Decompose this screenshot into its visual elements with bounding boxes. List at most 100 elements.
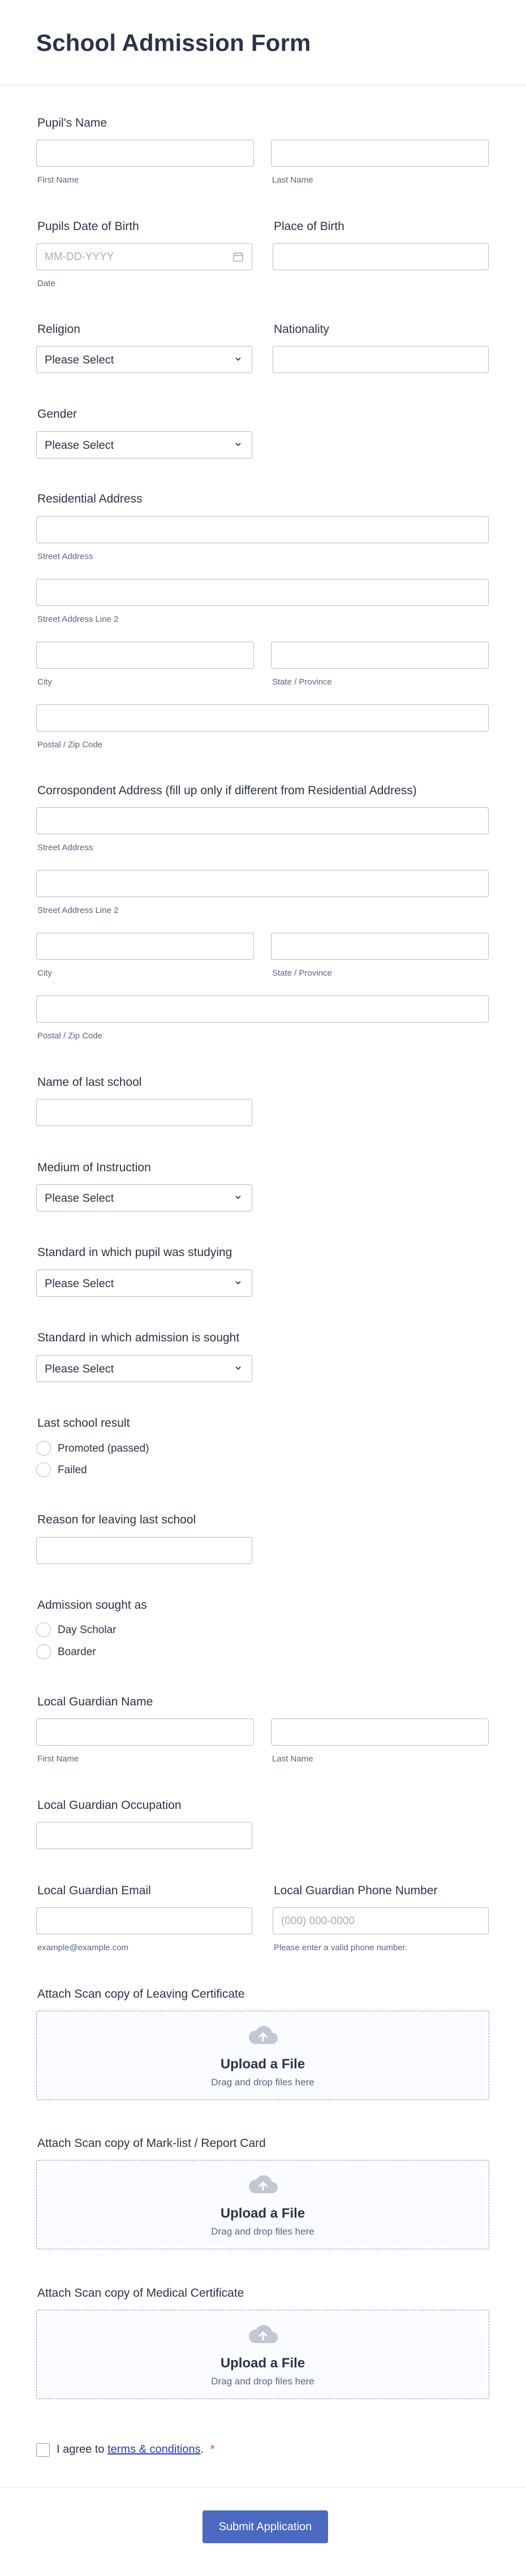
pupil-first-name-sublabel: First Name	[37, 175, 79, 185]
radio-failed[interactable]: Failed	[36, 1462, 206, 1478]
terms-prefix: I agree to	[57, 2443, 108, 2456]
required-asterisk: *	[210, 2443, 215, 2456]
guardian-phone-label: Local Guardian Phone Number	[274, 1884, 438, 1897]
medical-certificate-upload[interactable]: Upload a File Drag and drop files here	[36, 2310, 489, 2399]
correspondent-zip-input[interactable]	[36, 995, 489, 1023]
correspondent-street-input[interactable]	[36, 807, 489, 834]
upload-subtitle: Drag and drop files here	[211, 2226, 314, 2237]
guardian-phone-placeholder: (000) 000-0000	[281, 1915, 355, 1927]
residential-city-sublabel: City	[37, 677, 52, 687]
radio-label: Failed	[58, 1464, 87, 1476]
pupil-first-name-input[interactable]	[36, 140, 254, 167]
pupil-name-label: Pupil's Name	[37, 116, 107, 129]
admission-as-label: Admission sought as	[37, 1599, 147, 1612]
dob-input[interactable]: MM-DD-YYYY	[36, 243, 252, 270]
chevron-down-icon	[235, 1196, 241, 1200]
pupil-last-name-input[interactable]	[271, 140, 489, 167]
standard-sought-select-value: Please Select	[45, 1363, 114, 1375]
last-school-label: Name of last school	[37, 1076, 142, 1089]
guardian-name-label: Local Guardian Name	[37, 1695, 153, 1708]
mark-list-upload[interactable]: Upload a File Drag and drop files here	[36, 2160, 489, 2249]
guardian-email-sublabel: example@example.com	[37, 1943, 129, 1952]
correspondent-street2-input[interactable]	[36, 870, 489, 897]
terms-suffix: .	[200, 2443, 204, 2456]
terms-checkbox[interactable]	[36, 2443, 50, 2457]
standard-studying-select[interactable]: Please Select	[36, 1270, 252, 1297]
gender-select[interactable]: Please Select	[36, 431, 252, 458]
radio-promoted[interactable]: Promoted (passed)	[36, 1441, 206, 1457]
reason-input[interactable]	[36, 1537, 252, 1564]
correspondent-state-sublabel: State / Province	[272, 968, 332, 978]
correspondent-city-sublabel: City	[37, 968, 52, 978]
mark-list-label: Attach Scan copy of Mark-list / Report C…	[37, 2137, 266, 2150]
dob-sublabel: Date	[37, 279, 55, 288]
terms-text: I agree to terms & conditions. *	[57, 2443, 215, 2456]
nationality-input[interactable]	[273, 346, 489, 373]
residential-street2-input[interactable]	[36, 579, 489, 606]
radio-boarder[interactable]: Boarder	[36, 1644, 206, 1660]
guardian-first-name-sublabel: First Name	[37, 1754, 79, 1764]
last-result-label: Last school result	[37, 1417, 130, 1430]
correspondent-city-input[interactable]	[36, 933, 254, 960]
guardian-last-name-sublabel: Last Name	[272, 1754, 313, 1764]
correspondent-address-label: Corrospondent Address (fill up only if d…	[37, 784, 417, 797]
reason-label: Reason for leaving last school	[37, 1513, 196, 1526]
dob-placeholder: MM-DD-YYYY	[45, 251, 114, 263]
medium-label: Medium of Instruction	[37, 1161, 151, 1174]
guardian-first-name-input[interactable]	[36, 1718, 254, 1746]
radio-day-scholar[interactable]: Day Scholar	[36, 1622, 206, 1638]
chevron-down-icon	[235, 357, 241, 361]
guardian-phone-input[interactable]: (000) 000-0000	[273, 1907, 489, 1934]
gender-select-value: Please Select	[45, 439, 114, 452]
correspondent-zip-sublabel: Postal / Zip Code	[37, 1031, 103, 1041]
religion-label: Religion	[37, 323, 80, 336]
chevron-down-icon	[235, 443, 241, 447]
leaving-certificate-upload[interactable]: Upload a File Drag and drop files here	[36, 2011, 489, 2100]
radio-button[interactable]	[36, 1441, 51, 1456]
terms-link[interactable]: terms & conditions	[107, 2443, 201, 2456]
radio-label: Promoted (passed)	[58, 1443, 149, 1454]
calendar-icon[interactable]	[232, 251, 244, 262]
standard-studying-label: Standard in which pupil was studying	[37, 1246, 232, 1259]
gender-label: Gender	[37, 408, 77, 421]
upload-subtitle: Drag and drop files here	[211, 2376, 314, 2387]
pupil-last-name-sublabel: Last Name	[272, 175, 313, 185]
guardian-email-label: Local Guardian Email	[37, 1884, 151, 1897]
residential-state-sublabel: State / Province	[272, 677, 332, 687]
guardian-email-input[interactable]	[36, 1907, 252, 1934]
residential-zip-input[interactable]	[36, 704, 489, 731]
religion-select[interactable]: Please Select	[36, 346, 252, 373]
guardian-occupation-input[interactable]	[36, 1822, 252, 1849]
residential-street-input[interactable]	[36, 516, 489, 543]
upload-title: Upload a File	[220, 2057, 305, 2072]
residential-address-label: Residential Address	[37, 492, 143, 505]
guardian-occupation-label: Local Guardian Occupation	[37, 1799, 182, 1812]
chevron-down-icon	[235, 1366, 241, 1370]
radio-button[interactable]	[36, 1644, 51, 1659]
standard-sought-select[interactable]: Please Select	[36, 1355, 252, 1382]
form-header: School Admission Form	[0, 0, 526, 85]
guardian-last-name-input[interactable]	[271, 1718, 489, 1746]
standard-sought-label: Standard in which admission is sought	[37, 1331, 240, 1344]
medical-certificate-label: Attach Scan copy of Medical Certificate	[37, 2287, 244, 2300]
radio-button[interactable]	[36, 1462, 51, 1477]
submit-button[interactable]: Submit Application	[202, 2510, 328, 2543]
upload-subtitle: Drag and drop files here	[211, 2077, 314, 2088]
correspondent-street-sublabel: Street Address	[37, 843, 93, 852]
leaving-certificate-label: Attach Scan copy of Leaving Certificate	[37, 1988, 245, 2001]
correspondent-street2-sublabel: Street Address Line 2	[37, 906, 119, 915]
residential-city-input[interactable]	[36, 642, 254, 669]
medium-select[interactable]: Please Select	[36, 1184, 252, 1211]
residential-zip-sublabel: Postal / Zip Code	[37, 740, 103, 750]
nationality-label: Nationality	[274, 323, 330, 336]
correspondent-state-input[interactable]	[271, 933, 489, 960]
radio-label: Day Scholar	[58, 1624, 117, 1636]
upload-title: Upload a File	[220, 2356, 305, 2371]
dob-label: Pupils Date of Birth	[37, 220, 139, 233]
place-of-birth-input[interactable]	[273, 243, 489, 270]
last-school-input[interactable]	[36, 1099, 252, 1126]
residential-state-input[interactable]	[271, 642, 489, 669]
radio-button[interactable]	[36, 1622, 51, 1637]
radio-label: Boarder	[58, 1646, 96, 1658]
footer-divider	[0, 2487, 526, 2488]
